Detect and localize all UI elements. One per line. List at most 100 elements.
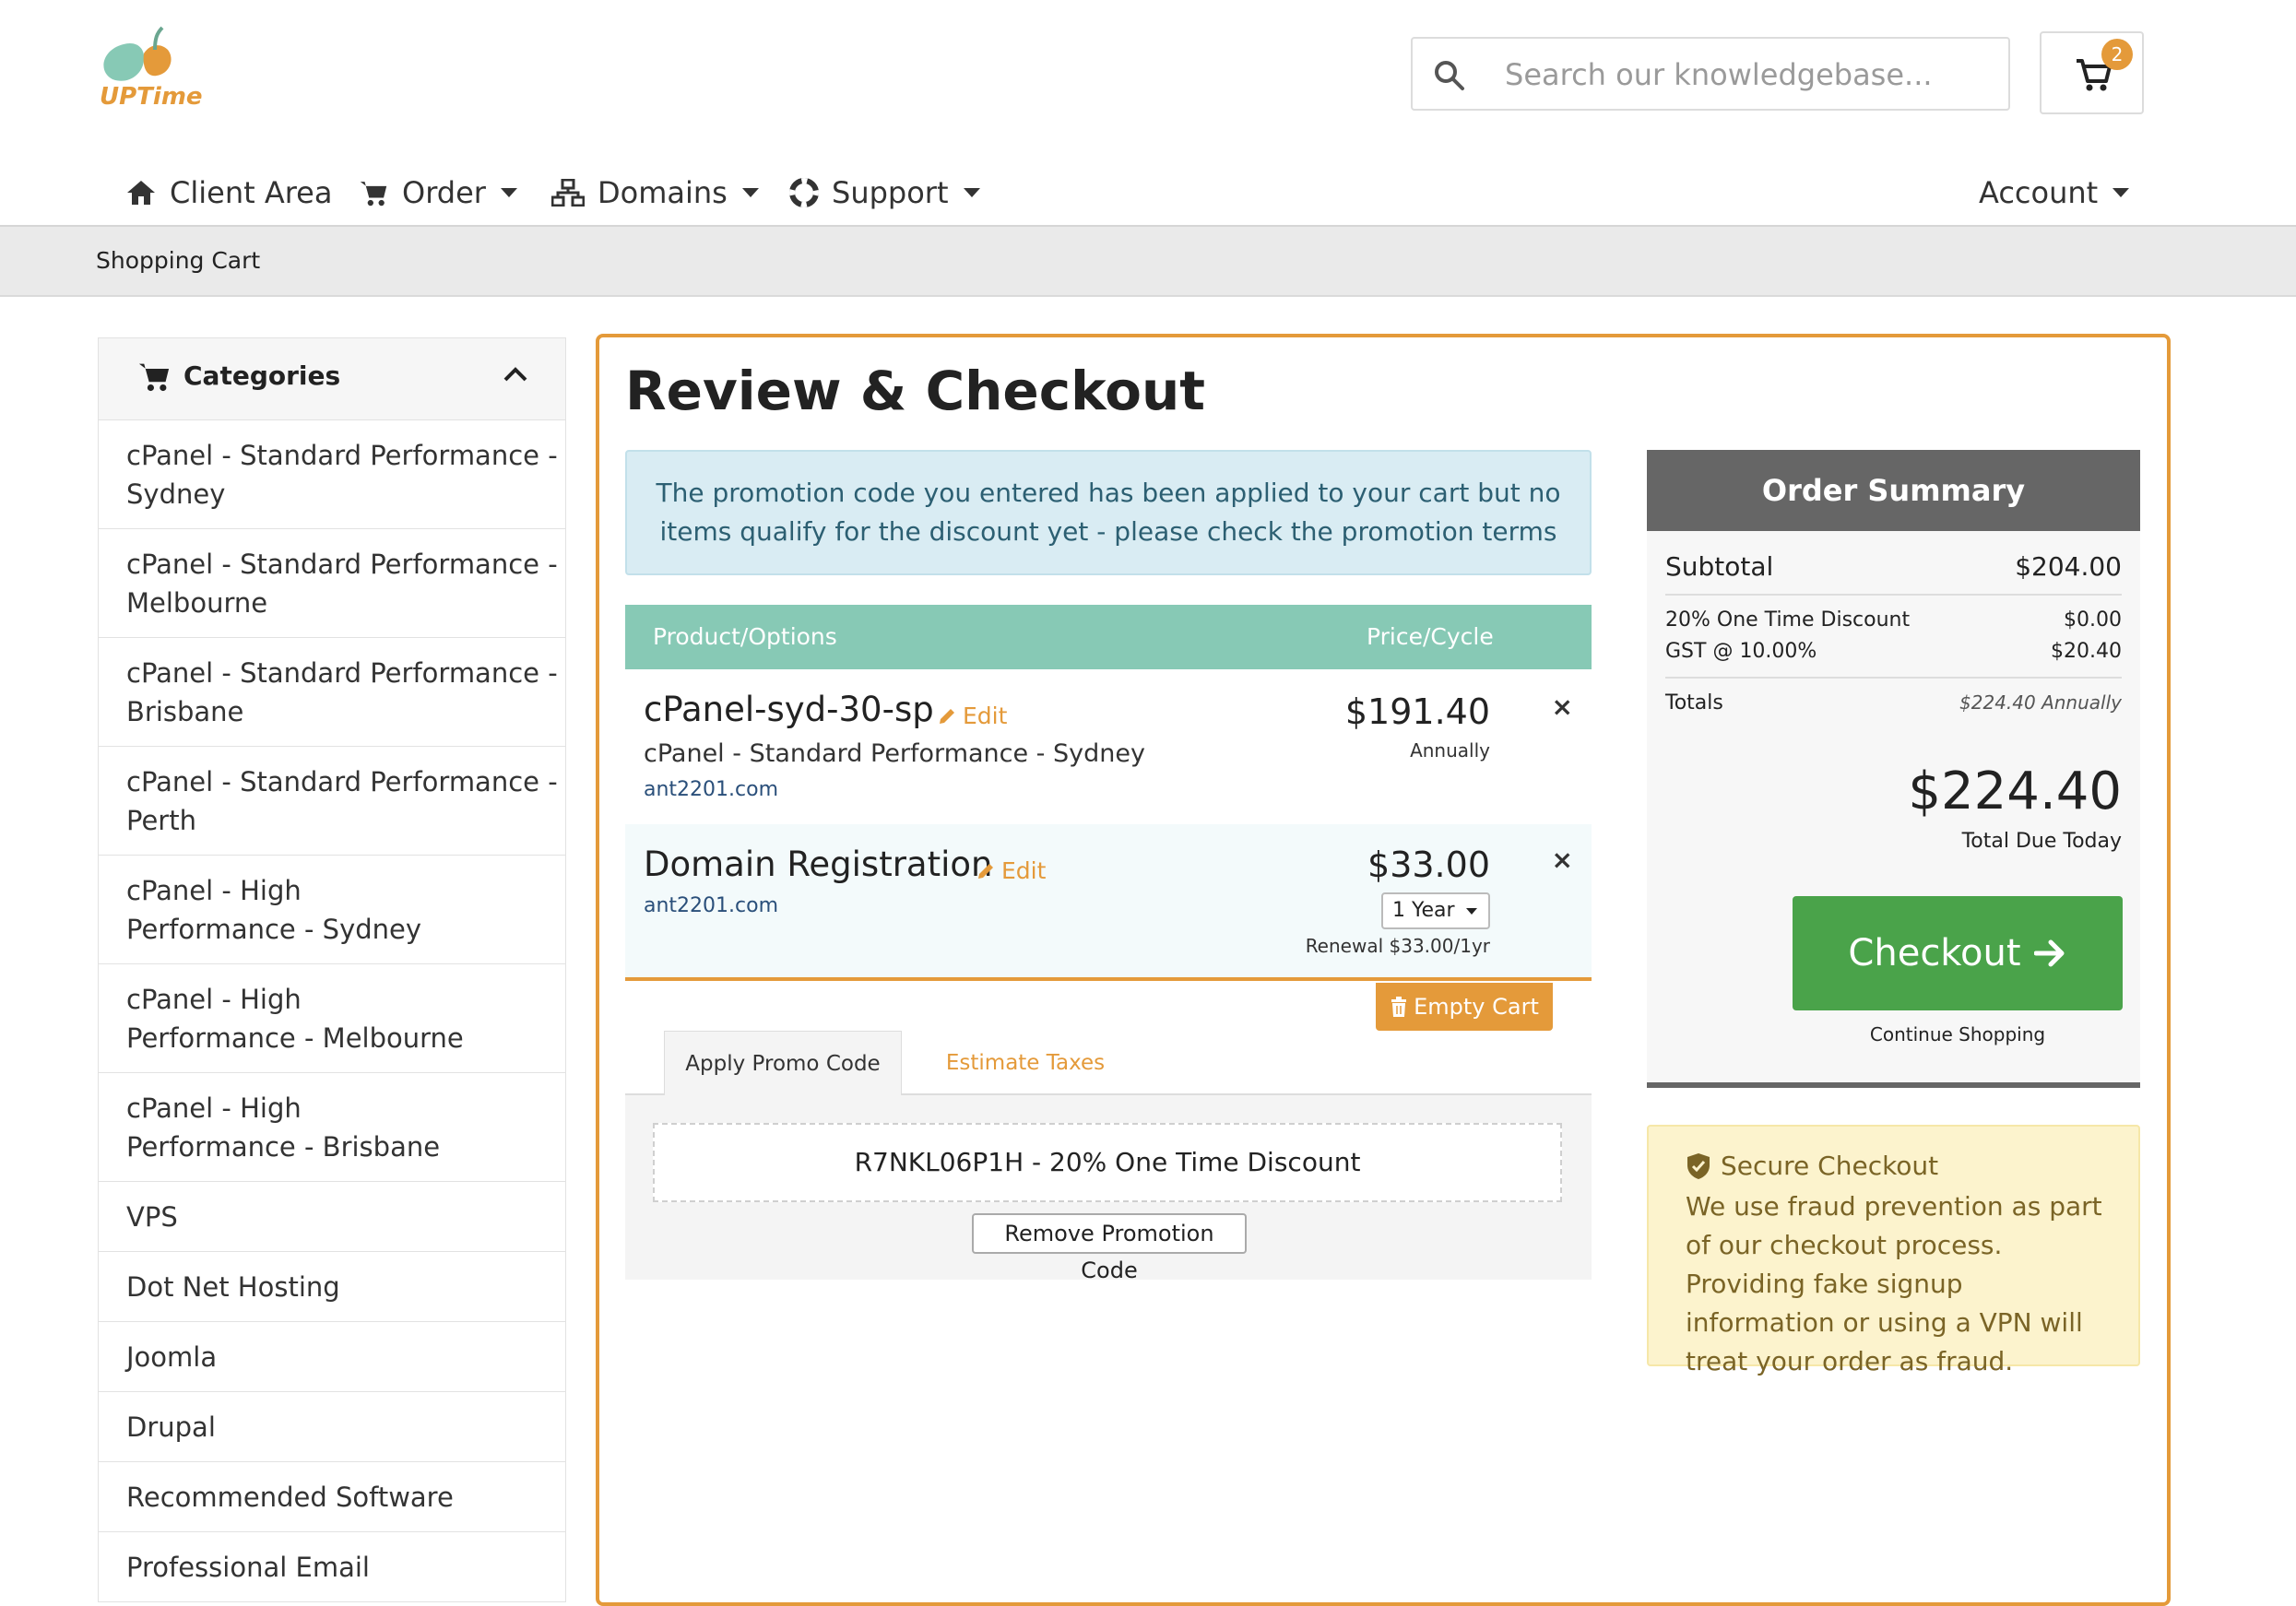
- sidebar-item[interactable]: Recommended Software: [98, 1462, 566, 1532]
- remove-promo-button[interactable]: Remove Promotion Code: [972, 1213, 1247, 1283]
- caret-down-icon: [500, 188, 517, 197]
- nav-account-label: Account: [1979, 175, 2099, 210]
- pencil-icon: [978, 863, 993, 879]
- discount-row: 20% One Time Discount $0.00: [1665, 608, 2122, 632]
- order-summary: Order Summary Subtotal $204.00 20% One T…: [1647, 450, 2140, 1088]
- edit-link[interactable]: Edit: [937, 703, 1007, 729]
- uptime-logo[interactable]: UPTime: [96, 26, 216, 111]
- breadcrumb: Shopping Cart: [0, 227, 2296, 297]
- remove-item-button[interactable]: ×: [1552, 691, 1573, 722]
- product-name: Domain Registration: [644, 844, 993, 884]
- gst-value: $20.40: [2051, 640, 2122, 663]
- subtotal-row: Subtotal $204.00: [1665, 551, 2122, 582]
- gst-row: GST @ 10.00% $20.40: [1665, 640, 2122, 663]
- sidebar-item[interactable]: cPanel - Standard Performance - Melbourn…: [98, 529, 566, 638]
- billing-cycle: Annually: [1410, 739, 1490, 762]
- main-nav: Client Area Order Domains Support Accoun…: [0, 162, 2296, 227]
- discount-value: $0.00: [2064, 608, 2122, 632]
- sidebar-item[interactable]: cPanel - High Performance - Brisbane: [98, 1073, 566, 1182]
- edit-label: Edit: [963, 703, 1008, 729]
- promo-alert: The promotion code you entered has been …: [625, 450, 1592, 575]
- nav-client-area[interactable]: Client Area: [125, 162, 332, 223]
- knowledgebase-search[interactable]: [1411, 37, 2010, 111]
- nav-support-label: Support: [832, 175, 949, 210]
- categories-sidebar: Categories cPanel - Standard Performance…: [98, 337, 566, 1602]
- arrow-right-icon: [2033, 939, 2065, 967]
- pencil-icon: [940, 708, 954, 724]
- nav-order-label: Order: [402, 175, 486, 210]
- sidebar-item[interactable]: Dot Net Hosting: [98, 1252, 566, 1322]
- sitemap-icon: [551, 179, 585, 207]
- nav-order[interactable]: Order: [358, 162, 517, 223]
- chevron-up-icon[interactable]: [503, 366, 528, 383]
- totals-label: Totals: [1665, 691, 1723, 714]
- sidebar-item[interactable]: VPS: [98, 1182, 566, 1252]
- shield-check-icon: [1687, 1152, 1710, 1179]
- product-domain: ant2201.com: [644, 894, 779, 917]
- breadcrumb-current: Shopping Cart: [96, 247, 261, 274]
- continue-shopping-link[interactable]: Continue Shopping: [1793, 1023, 2123, 1045]
- tab-estimate-taxes[interactable]: Estimate Taxes: [933, 1031, 1118, 1095]
- nav-account[interactable]: Account: [1979, 162, 2130, 223]
- sidebar-item[interactable]: cPanel - Standard Performance - Sydney: [98, 420, 566, 529]
- totals-row: Totals $224.40 Annually: [1665, 691, 2122, 714]
- search-icon: [1435, 61, 1464, 90]
- categories-header[interactable]: Categories: [98, 337, 566, 420]
- checkout-button[interactable]: Checkout: [1793, 896, 2123, 1010]
- secure-checkout-heading: Secure Checkout: [1686, 1151, 1938, 1181]
- categories-title: Categories: [183, 360, 341, 391]
- promo-tabs: Apply Promo Code Estimate Taxes: [625, 1031, 1592, 1095]
- caret-down-icon: [2113, 188, 2130, 197]
- sidebar-item[interactable]: cPanel - High Performance - Sydney: [98, 856, 566, 964]
- sidebar-item[interactable]: Drupal: [98, 1392, 566, 1462]
- caret-down-icon: [963, 188, 980, 197]
- logo-leaf-icon: [103, 26, 172, 81]
- sidebar-item[interactable]: cPanel - Standard Performance - Brisbane: [98, 638, 566, 747]
- cart-count-badge: 2: [2101, 39, 2133, 70]
- empty-cart-button[interactable]: Empty Cart: [1376, 983, 1553, 1031]
- nav-client-area-label: Client Area: [170, 175, 333, 210]
- caret-down-icon: [741, 188, 759, 197]
- discount-label: 20% One Time Discount: [1665, 608, 1911, 632]
- edit-link[interactable]: Edit: [976, 857, 1046, 884]
- cart-table-header: Product/Options Price/Cycle: [625, 605, 1592, 669]
- home-icon: [127, 181, 155, 205]
- nav-domains-label: Domains: [598, 175, 728, 210]
- checkout-label: Checkout: [1848, 932, 2021, 974]
- totals-cycle: $224.40 Annually: [1959, 691, 2122, 714]
- applied-promo-code: R7NKL06P1H - 20% One Time Discount: [653, 1123, 1562, 1202]
- cart-button[interactable]: 2: [2040, 31, 2144, 114]
- col-price: Price/Cycle: [1367, 623, 1494, 650]
- period-select[interactable]: 1 Year: [1381, 892, 1490, 929]
- secure-checkout-title: Secure Checkout: [1721, 1151, 1939, 1181]
- product-domain: ant2201.com: [644, 778, 779, 801]
- search-input[interactable]: [1503, 50, 1992, 100]
- nav-support[interactable]: Support: [789, 162, 980, 223]
- secure-checkout-body: We use fraud prevention as part of our c…: [1686, 1191, 2102, 1376]
- subtotal-value: $204.00: [2015, 551, 2122, 582]
- sidebar-item[interactable]: Joomla: [98, 1322, 566, 1392]
- divider: [1665, 677, 2122, 679]
- product-name: cPanel-syd-30-sp: [644, 690, 934, 729]
- col-product: Product/Options: [653, 623, 837, 650]
- cart-row: Domain Registration Edit ant2201.com $33…: [625, 824, 1592, 981]
- tab-apply-promo[interactable]: Apply Promo Code: [664, 1031, 902, 1095]
- page-title: Review & Checkout: [625, 360, 1206, 422]
- nav-domains[interactable]: Domains: [551, 162, 759, 223]
- subtotal-label: Subtotal: [1665, 551, 1774, 582]
- total-due-label: Total Due Today: [1961, 830, 2122, 853]
- gst-label: GST @ 10.00%: [1665, 640, 1817, 663]
- total-due: $224.40: [1908, 762, 2122, 821]
- cart-icon: [360, 182, 387, 207]
- remove-item-button[interactable]: ×: [1552, 844, 1573, 875]
- sidebar-item[interactable]: cPanel - Standard Performance - Perth: [98, 747, 566, 856]
- sidebar-item[interactable]: Professional Email: [98, 1532, 566, 1602]
- product-price: $191.40: [1344, 691, 1490, 732]
- renewal-price: Renewal $33.00/1yr: [1305, 935, 1490, 957]
- product-price: $33.00: [1367, 844, 1490, 885]
- promo-panel: R7NKL06P1H - 20% One Time Discount Remov…: [625, 1095, 1592, 1283]
- cart-row: cPanel-syd-30-sp Edit cPanel - Standard …: [625, 669, 1592, 824]
- trash-icon: [1391, 997, 1407, 1017]
- secure-checkout-notice: Secure Checkout We use fraud prevention …: [1647, 1125, 2140, 1376]
- sidebar-item[interactable]: cPanel - High Performance - Melbourne: [98, 964, 566, 1073]
